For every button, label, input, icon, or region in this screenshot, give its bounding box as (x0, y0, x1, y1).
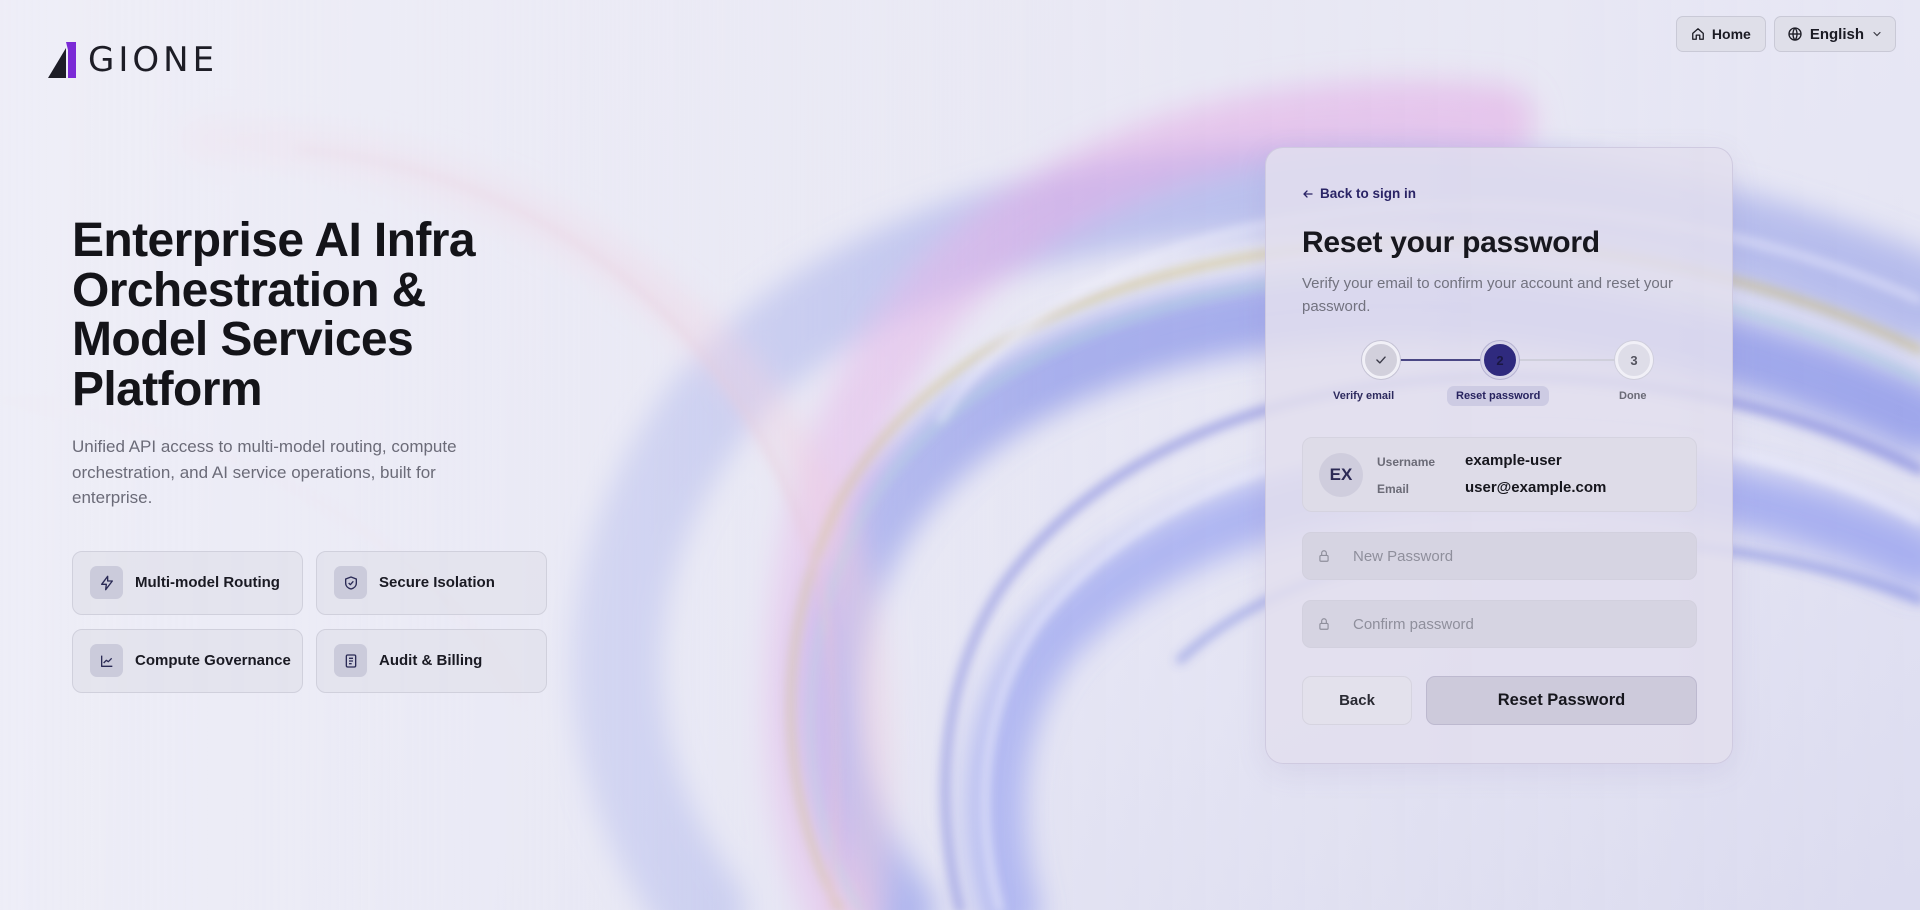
logo-mark-icon (48, 42, 76, 78)
username-label: Username (1377, 455, 1436, 469)
step-2-circle: 2 (1481, 341, 1519, 379)
language-label: English (1809, 25, 1864, 43)
language-select[interactable]: English (1773, 16, 1896, 52)
feature-secure-isolation: Secure Isolation (316, 550, 547, 615)
avatar: EX (1319, 453, 1363, 497)
feature-icon-box (334, 566, 367, 599)
brand-logo[interactable]: GIONE (46, 38, 218, 82)
hero-title: Enterprise AI Infra Orchestration & Mode… (72, 214, 476, 416)
step-1-label: Verify email (1333, 390, 1395, 402)
lightning-icon (100, 575, 113, 590)
feature-icon-box (90, 566, 123, 599)
feature-label: Compute Governance (135, 652, 291, 669)
step-1-circle (1362, 341, 1400, 379)
card-title: Reset your password (1302, 226, 1600, 259)
feature-icon-box (90, 644, 123, 677)
globe-icon (1788, 27, 1802, 41)
home-label: Home (1711, 26, 1751, 42)
reset-password-button[interactable]: Reset Password (1426, 676, 1697, 725)
card-subtitle: Verify your email to confirm your accoun… (1302, 275, 1674, 315)
feature-multi-model-routing: Multi-model Routing (72, 550, 303, 615)
username-value: example-user (1465, 452, 1562, 469)
account-info: EX Username example-user Email user@exam… (1302, 437, 1697, 512)
document-icon (345, 653, 356, 668)
top-bar: Home English (1675, 16, 1896, 52)
confirm-password-input[interactable] (1353, 615, 1673, 633)
stepper: 2 3 Verify email Reset password Done (1266, 338, 1734, 418)
logo-text: GIONE (88, 40, 219, 80)
new-password-input[interactable] (1353, 547, 1673, 565)
email-label: Email (1377, 482, 1410, 496)
back-button[interactable]: Back (1302, 676, 1412, 725)
lock-icon (1319, 550, 1329, 562)
arrow-left-icon (1303, 189, 1313, 198)
chevron-down-icon (1873, 31, 1881, 37)
new-password-field (1302, 532, 1697, 580)
feature-grid: Multi-model Routing Secure Isolation Com… (72, 550, 592, 693)
feature-label: Audit & Billing (379, 652, 483, 669)
back-to-sign-in-link[interactable]: Back to sign in (1302, 186, 1416, 201)
shield-check-icon (344, 575, 357, 590)
lock-icon (1319, 618, 1329, 630)
hero-section: Enterprise AI Infra Orchestration & Mode… (72, 216, 592, 693)
hero-subtitle: Unified API access to multi-model routin… (72, 437, 457, 507)
reset-password-card: Back to sign in Reset your password Veri… (1265, 147, 1733, 764)
back-link-label: Back to sign in (1320, 186, 1417, 201)
step-2-label: Reset password (1447, 386, 1550, 406)
feature-label: Multi-model Routing (135, 574, 280, 591)
feature-compute-governance: Compute Governance (72, 628, 303, 693)
home-icon (1692, 28, 1704, 40)
step-3-label: Done (1619, 390, 1647, 402)
email-value: user@example.com (1465, 479, 1607, 496)
check-icon (1376, 356, 1386, 364)
home-button[interactable]: Home (1675, 16, 1766, 52)
chart-line-icon (100, 655, 112, 667)
step-3-circle: 3 (1615, 341, 1653, 379)
feature-audit-billing: Audit & Billing (316, 628, 547, 693)
feature-icon-box (334, 644, 367, 677)
confirm-password-field (1302, 600, 1697, 648)
feature-label: Secure Isolation (379, 574, 495, 591)
